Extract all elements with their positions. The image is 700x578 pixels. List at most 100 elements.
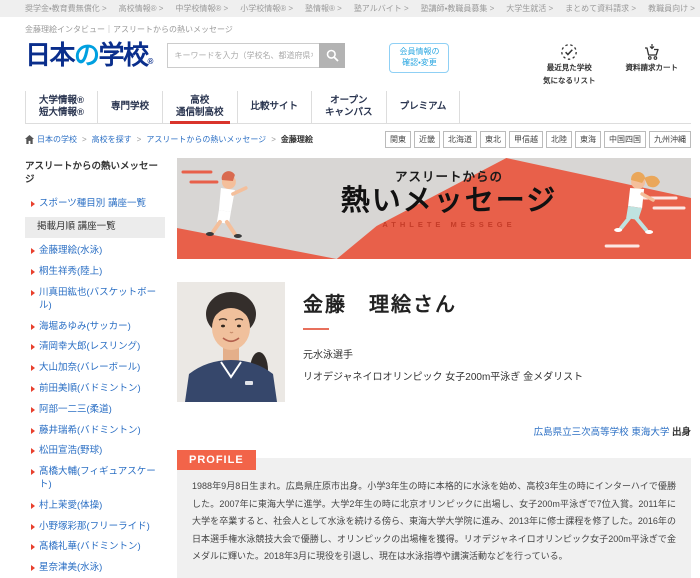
- sidebar-item[interactable]: 清岡幸大郎(レスリング): [25, 340, 165, 355]
- sidebar-item[interactable]: 髙橋大輔(フィギュアスケート): [25, 465, 165, 493]
- tab-open-campus[interactable]: オープンキャンパス: [311, 91, 386, 123]
- sidebar-item-label: スポーツ種目別 講座一覧: [39, 198, 146, 211]
- region-button[interactable]: 東北: [480, 131, 506, 148]
- sidebar-item[interactable]: 藤井瑞希(バドミントン): [25, 424, 165, 439]
- athlete-name: 金藤 理絵さん: [303, 288, 583, 317]
- athlete-photo: [177, 282, 285, 402]
- recent-schools-label-1: 最近見た学校: [547, 63, 592, 74]
- logo-text-no: の: [74, 40, 99, 70]
- sidebar: アスリートからの熱いメッセージ スポーツ種目別 講座一覧 掲載月順 講座一覧 金…: [25, 158, 165, 578]
- region-button[interactable]: 甲信越: [509, 131, 543, 148]
- sidebar-item-label: 清岡幸大郎(レスリング): [39, 341, 140, 354]
- sidebar-item[interactable]: スポーツ種目別 講座一覧: [25, 197, 165, 212]
- triangle-right-icon: [31, 428, 35, 434]
- search-button[interactable]: [319, 43, 345, 68]
- breadcrumb-search-hs[interactable]: 高校を探す: [92, 134, 132, 145]
- triangle-right-icon: [31, 448, 35, 454]
- origin-suffix: 出身: [672, 427, 691, 438]
- site-logo[interactable]: 日本の学校®: [25, 42, 153, 68]
- topbar-link[interactable]: 塾アルバイト >: [354, 3, 409, 14]
- sidebar-item[interactable]: 桐生祥秀(陸上): [25, 265, 165, 280]
- topbar-link[interactable]: 小学校情報® >: [240, 3, 293, 14]
- triangle-right-icon: [31, 248, 35, 254]
- tab-highschool[interactable]: 高校通信制高校: [162, 91, 237, 123]
- triangle-right-icon: [31, 544, 35, 550]
- region-button[interactable]: 北陸: [546, 131, 572, 148]
- breadcrumb-home[interactable]: 日本の学校: [25, 134, 77, 145]
- site-header: 日本の学校® 会員情報の 確認・変更 最近見た学校 気になるリスト: [0, 39, 700, 86]
- triangle-right-icon: [31, 565, 35, 571]
- triangle-right-icon: [31, 469, 35, 475]
- topbar-link[interactable]: 塾講師・教職員募集 >: [421, 3, 495, 14]
- member-info-line1: 会員情報の: [399, 47, 439, 58]
- sidebar-item[interactable]: 星奈津美(水泳): [25, 561, 165, 576]
- main-nav: 大学情報®短大情報® 専門学校 高校通信制高校 比較サイト オープンキャンパス …: [25, 91, 691, 124]
- topbar-link[interactable]: 塾情報® >: [305, 3, 342, 14]
- sidebar-item[interactable]: 掲載月順 講座一覧: [25, 217, 165, 238]
- sidebar-item[interactable]: 阿部一二三(柔道): [25, 403, 165, 418]
- athlete-role: 元水泳選手: [303, 346, 583, 361]
- profile-label: PROFILE: [177, 450, 256, 470]
- region-button[interactable]: 近畿: [414, 131, 440, 148]
- region-button[interactable]: 東海: [575, 131, 601, 148]
- tab-university[interactable]: 大学情報®短大情報®: [25, 91, 97, 123]
- tab-vocational[interactable]: 専門学校: [97, 91, 162, 123]
- topbar-link[interactable]: 高校情報® >: [119, 3, 164, 14]
- recent-schools-label-2: 気になるリスト: [543, 76, 596, 87]
- triangle-right-icon: [31, 524, 35, 530]
- tab-comparison[interactable]: 比較サイト: [237, 91, 312, 123]
- recent-schools-button[interactable]: 最近見た学校 気になるリスト: [543, 43, 596, 87]
- origin-highschool-link[interactable]: 広島県立三次高等学校: [534, 427, 629, 438]
- topbar-link[interactable]: 中学校情報® >: [175, 3, 228, 14]
- triangle-right-icon: [31, 324, 35, 330]
- sidebar-item[interactable]: 髙橋礼華(バドミントン): [25, 540, 165, 555]
- request-cart-label: 資料請求カート: [626, 63, 679, 74]
- breadcrumb: 日本の学校 > 高校を探す > アスリートからの熱いメッセージ > 金藤理絵: [25, 134, 313, 145]
- banner-line-3: ATHLETE MESSEGE: [207, 220, 691, 229]
- topbar-link[interactable]: まとめて資料請求 >: [565, 3, 636, 14]
- sidebar-item-label: 髙橋大輔(フィギュアスケート): [39, 466, 163, 492]
- topbar-link[interactable]: 奨学金・教育費無償化 >: [25, 3, 107, 14]
- athlete-origin: 広島県立三次高等学校 東海大学 出身: [177, 424, 691, 438]
- sidebar-item[interactable]: 小野塚彩那(フリーライド): [25, 520, 165, 535]
- sidebar-item[interactable]: 海堀あゆみ(サッカー): [25, 320, 165, 335]
- triangle-right-icon: [31, 386, 35, 392]
- triangle-right-icon: [31, 201, 35, 207]
- sidebar-list: スポーツ種目別 講座一覧 掲載月順 講座一覧 金藤理絵(水泳) 桐生祥秀(陸上)…: [25, 197, 165, 578]
- topbar-link[interactable]: 教職員向け >: [648, 3, 695, 14]
- top-utility-bar: 奨学金・教育費無償化 > 高校情報® > 中学校情報® > 小学校情報® > 塾情報® …: [0, 0, 700, 17]
- athlete-intro: 金藤 理絵さん 元水泳選手 リオデジャネイロオリンピック 女子200m平泳ぎ 金…: [177, 282, 691, 402]
- search-bar: [167, 43, 345, 68]
- sidebar-item[interactable]: 前田美順(バドミントン): [25, 382, 165, 397]
- tab-premium[interactable]: プレミアム: [386, 91, 461, 123]
- sidebar-title: アスリートからの熱いメッセージ: [25, 161, 165, 187]
- athlete-achievement: リオデジャネイロオリンピック 女子200m平泳ぎ 金メダリスト: [303, 368, 583, 383]
- sidebar-item-label: 金藤理絵(水泳): [39, 245, 102, 258]
- breadcrumb-current: 金藤理絵: [281, 134, 313, 145]
- history-check-icon: [560, 43, 578, 61]
- request-cart-button[interactable]: 資料請求カート: [626, 43, 679, 87]
- triangle-right-icon: [31, 407, 35, 413]
- cart-icon: [643, 43, 661, 61]
- region-button[interactable]: 九州沖縄: [649, 131, 691, 148]
- member-info-button[interactable]: 会員情報の 確認・変更: [389, 43, 449, 73]
- sidebar-item[interactable]: 大山加奈(バレーボール): [25, 361, 165, 376]
- sidebar-item-label: 藤井瑞希(バドミントン): [39, 425, 141, 438]
- sidebar-item[interactable]: 金藤理絵(水泳): [25, 244, 165, 259]
- header-quick-icons: 最近見た学校 気になるリスト 資料請求カート: [543, 43, 690, 87]
- region-button[interactable]: 関東: [385, 131, 411, 148]
- profile-text: 1988年9月8日生まれ。広島県庄原市出身。小学3年生の時に本格的に水泳を始め、…: [192, 478, 676, 566]
- region-button[interactable]: 中国四国: [604, 131, 646, 148]
- search-input[interactable]: [167, 43, 319, 68]
- sidebar-item-label: 小野塚彩那(フリーライド): [39, 521, 150, 534]
- logo-text-2: 学校: [99, 40, 148, 70]
- sidebar-item[interactable]: 川真田紘也(バスケットボール): [25, 286, 165, 314]
- sidebar-item[interactable]: 村上茉愛(体操): [25, 499, 165, 514]
- sidebar-item[interactable]: 松田宣浩(野球): [25, 444, 165, 459]
- sidebar-item-label: 大山加奈(バレーボール): [39, 362, 140, 375]
- region-button[interactable]: 北海道: [443, 131, 477, 148]
- topbar-link[interactable]: 大学生就活 >: [506, 3, 553, 14]
- accent-dash: [303, 328, 329, 330]
- breadcrumb-athlete-messages[interactable]: アスリートからの熱いメッセージ: [146, 134, 266, 145]
- origin-university-link[interactable]: 東海大学: [631, 427, 669, 438]
